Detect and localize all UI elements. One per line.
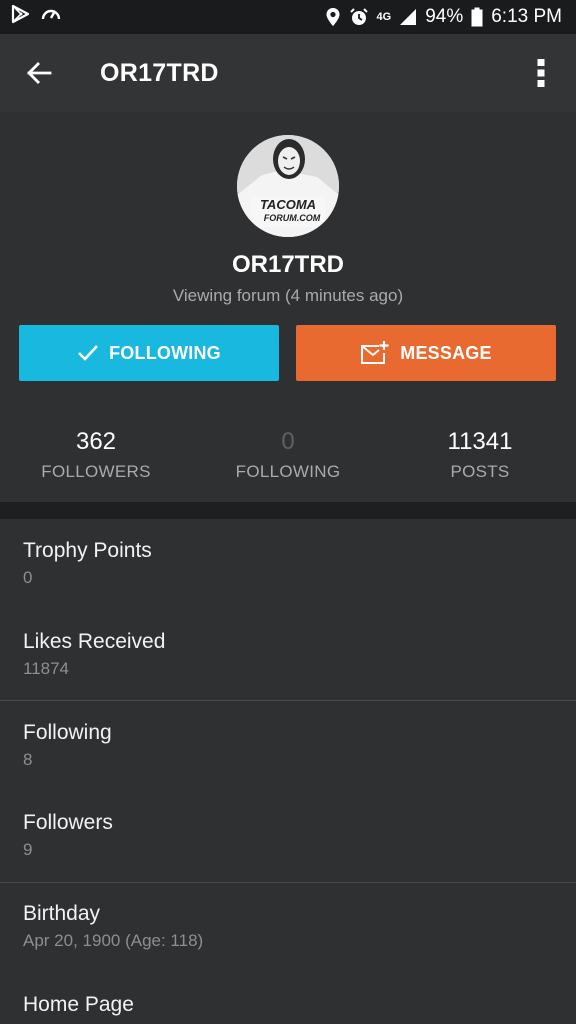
stat-following[interactable]: 0 FOLLOWING bbox=[192, 428, 384, 482]
info-label: Home Page bbox=[23, 993, 134, 1016]
message-button-label: MESSAGE bbox=[400, 342, 492, 363]
battery-percent: 94% bbox=[425, 6, 464, 27]
info-label: Followers bbox=[23, 811, 113, 834]
info-value: 0 bbox=[23, 568, 33, 587]
page-title: OR17TRD bbox=[100, 58, 219, 87]
posts-count: 11341 bbox=[447, 428, 513, 455]
back-button[interactable] bbox=[0, 34, 78, 112]
network-type-label: 4G bbox=[376, 11, 392, 23]
app-bar: OR17TRD bbox=[0, 34, 576, 112]
posts-label: POSTS bbox=[450, 462, 510, 481]
following-label: FOLLOWING bbox=[235, 462, 341, 481]
more-options-button[interactable] bbox=[506, 34, 576, 112]
info-followers[interactable]: Followers 9 bbox=[23, 811, 113, 860]
alarm-icon bbox=[349, 7, 369, 27]
info-value: 11874 bbox=[23, 659, 70, 678]
info-label: Birthday bbox=[23, 902, 101, 925]
status-bar: 4G 94% 6:13 PM bbox=[0, 0, 576, 34]
speedometer-icon bbox=[40, 4, 62, 30]
info-value: 9 bbox=[23, 840, 33, 859]
following-count: 0 bbox=[281, 428, 295, 455]
list-divider bbox=[0, 700, 576, 701]
presence-status: Viewing forum (4 minutes ago) bbox=[172, 286, 404, 305]
following-button[interactable]: FOLLOWING bbox=[19, 325, 279, 381]
location-icon bbox=[325, 7, 341, 27]
battery-icon bbox=[471, 7, 483, 27]
info-label: Following bbox=[23, 721, 112, 744]
profile-username: OR17TRD bbox=[231, 251, 345, 278]
following-button-label: FOLLOWING bbox=[109, 342, 221, 363]
signal-icon bbox=[399, 8, 417, 26]
info-value: 8 bbox=[23, 750, 33, 769]
info-home-page[interactable]: Home Page bbox=[23, 993, 134, 1017]
section-divider bbox=[0, 502, 576, 519]
check-icon bbox=[78, 345, 99, 361]
compose-mail-icon bbox=[361, 341, 389, 364]
info-label: Likes Received bbox=[23, 630, 166, 653]
profile-header: TACOMA FORUM.COM OR17TRD Viewing forum (… bbox=[0, 112, 576, 504]
info-trophy-points: Trophy Points 0 bbox=[23, 539, 152, 588]
arrow-left-icon bbox=[27, 62, 52, 84]
stat-followers[interactable]: 362 FOLLOWERS bbox=[0, 428, 192, 482]
avatar-logo-subtext: FORUM.COM bbox=[264, 213, 321, 223]
clock-time: 6:13 PM bbox=[491, 6, 562, 27]
info-value: Apr 20, 1900 (Age: 118) bbox=[23, 931, 204, 950]
stat-posts[interactable]: 11341 POSTS bbox=[384, 428, 576, 482]
avatar-logo-text: TACOMA bbox=[260, 197, 316, 212]
followers-count: 362 bbox=[75, 428, 117, 455]
info-following[interactable]: Following 8 bbox=[23, 721, 112, 770]
info-birthday: Birthday Apr 20, 1900 (Age: 118) bbox=[23, 902, 203, 951]
message-button[interactable]: MESSAGE bbox=[296, 325, 556, 381]
info-label: Trophy Points bbox=[23, 539, 152, 562]
avatar[interactable]: TACOMA FORUM.COM bbox=[237, 135, 339, 237]
play-store-icon bbox=[10, 4, 32, 30]
more-vert-icon bbox=[537, 59, 545, 87]
list-divider bbox=[0, 882, 576, 883]
info-likes-received: Likes Received 11874 bbox=[23, 630, 165, 679]
profile-info-list: Trophy Points 0 Likes Received 11874 Fol… bbox=[0, 519, 576, 1024]
followers-label: FOLLOWERS bbox=[41, 462, 151, 481]
